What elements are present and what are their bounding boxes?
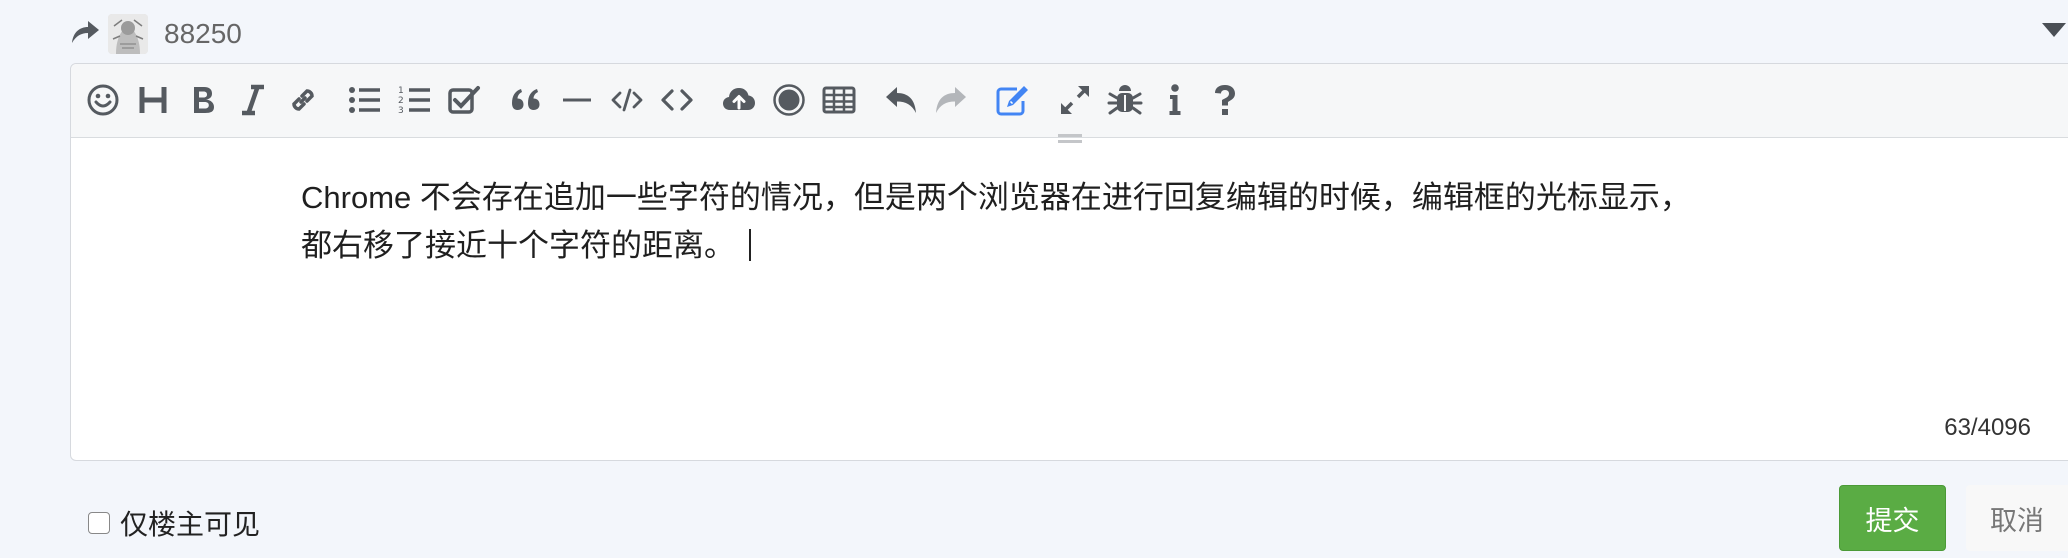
- code-block-icon[interactable]: [659, 82, 695, 118]
- table-icon[interactable]: [821, 82, 857, 118]
- heading-icon[interactable]: [135, 82, 171, 118]
- unordered-list-icon[interactable]: [347, 82, 383, 118]
- checkbox-box[interactable]: [88, 512, 110, 534]
- help-icon[interactable]: [1207, 82, 1243, 118]
- italic-icon[interactable]: [235, 82, 271, 118]
- redo-icon[interactable]: [933, 82, 969, 118]
- resize-grip-icon[interactable]: [1058, 134, 1082, 144]
- emoji-icon[interactable]: [85, 82, 121, 118]
- editor-text: Chrome 不会存在追加一些字符的情况，但是两个浏览器在进行回复编辑的时候，编…: [301, 180, 1691, 263]
- collapse-caret-icon[interactable]: [2040, 20, 2068, 45]
- undo-icon[interactable]: [883, 82, 919, 118]
- cancel-button[interactable]: 取消: [1966, 485, 2068, 551]
- fullscreen-icon[interactable]: [1057, 82, 1093, 118]
- reply-editor: 1 2 3 Chrome 不会存在追加一些字符的情况，但是两个浏览器在进行回复编…: [70, 63, 2068, 461]
- svg-text:1: 1: [398, 86, 404, 96]
- only-op-visible-label: 仅楼主可见: [120, 509, 261, 540]
- edit-mode-icon[interactable]: [995, 82, 1031, 118]
- only-op-visible-checkbox[interactable]: 仅楼主可见: [88, 503, 260, 543]
- bold-icon[interactable]: [185, 82, 221, 118]
- text-cursor: [749, 229, 751, 261]
- record-icon[interactable]: [771, 82, 807, 118]
- link-icon[interactable]: [285, 82, 321, 118]
- svg-text:3: 3: [398, 106, 404, 116]
- submit-button[interactable]: 提交: [1839, 485, 1946, 551]
- avatar[interactable]: [108, 14, 148, 54]
- info-icon[interactable]: [1157, 82, 1193, 118]
- upload-icon[interactable]: [721, 82, 757, 118]
- reply-header: 88250: [70, 14, 242, 54]
- ordered-list-icon[interactable]: 1 2 3: [397, 82, 433, 118]
- check-list-icon[interactable]: [447, 82, 483, 118]
- horizontal-rule-icon[interactable]: [559, 82, 595, 118]
- reply-username[interactable]: 88250: [164, 18, 242, 50]
- svg-text:2: 2: [398, 96, 404, 106]
- quote-icon[interactable]: [509, 82, 545, 118]
- inline-code-icon[interactable]: [609, 82, 645, 118]
- reply-arrow-icon: [70, 19, 100, 50]
- char-counter: 63/4096: [1944, 414, 2031, 441]
- editor-content[interactable]: Chrome 不会存在追加一些字符的情况，但是两个浏览器在进行回复编辑的时候，编…: [301, 174, 1701, 270]
- editor-toolbar: 1 2 3: [71, 64, 2068, 138]
- debug-icon[interactable]: [1107, 82, 1143, 118]
